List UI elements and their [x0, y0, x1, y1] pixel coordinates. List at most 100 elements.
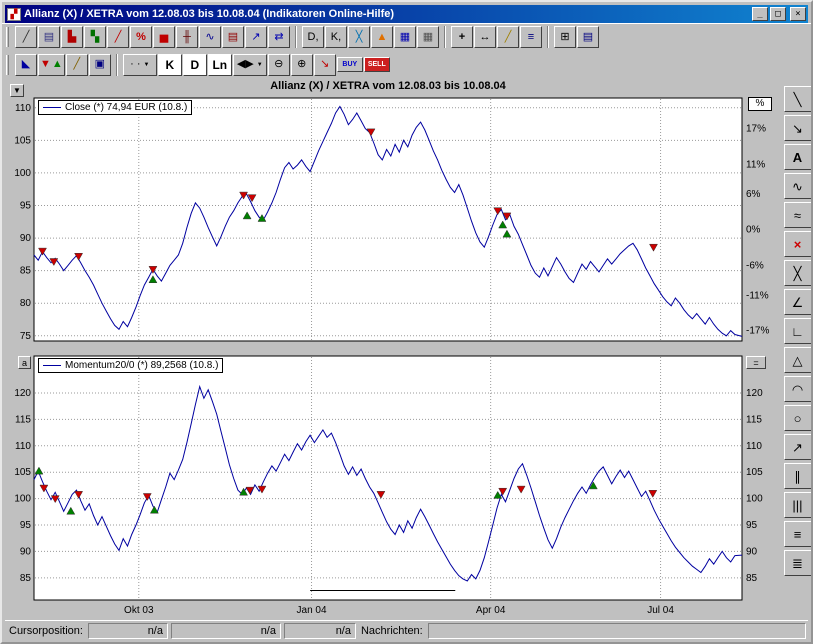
tools-tool-button[interactable]: ╳ — [784, 260, 812, 286]
percent-axis-button[interactable]: % — [748, 97, 772, 111]
parallel-lines-tool-button[interactable]: ∥ — [784, 463, 812, 489]
channel-tool-icon: ≡ — [794, 528, 802, 541]
percent-axis-label: -6% — [746, 260, 764, 271]
compress-button[interactable]: ↘ — [314, 54, 336, 76]
triangle-tool-button[interactable]: △ — [784, 347, 812, 373]
delete-drawing-tool-button[interactable]: × — [784, 231, 812, 257]
grid-button[interactable]: ⊞ — [554, 26, 576, 48]
titlebar[interactable]: ▞ Allianz (X) / XETRA vom 12.08.03 bis 1… — [5, 5, 808, 23]
line-tool-button[interactable]: ╲ — [784, 86, 812, 112]
delete-drawing-tool-icon: × — [794, 238, 802, 251]
gray-table-button[interactable]: ▦ — [417, 26, 439, 48]
chart-arrow-button[interactable]: ↗ — [245, 26, 267, 48]
text-tool-button[interactable]: A — [784, 144, 812, 170]
red-bars-button[interactable]: ▙ — [61, 26, 83, 48]
wave-tool-button[interactable]: ≈ — [784, 202, 812, 228]
notes-button[interactable]: ▤ — [577, 26, 599, 48]
red-bars-icon: ▙ — [68, 32, 76, 43]
arrow-tool-button[interactable]: ↘ — [784, 115, 812, 141]
y-axis-label-right: 85 — [746, 573, 758, 584]
momentum-chart[interactable]: 8585909095951001001051051101101151151201… — [6, 354, 776, 620]
zoom-out-button[interactable]: ⊖ — [268, 54, 290, 76]
wave-tool-icon: ≈ — [794, 209, 801, 222]
histogram-button[interactable]: ▅ — [153, 26, 175, 48]
channel-tool-button[interactable]: ≡ — [784, 521, 812, 547]
copy-page-button[interactable]: ▤ — [38, 26, 60, 48]
cursor-value-field-3: n/a — [284, 623, 356, 639]
price-series-color-sample — [43, 107, 61, 108]
angle-tool-button[interactable]: ∠ — [784, 289, 812, 315]
y-axis-label-right: 95 — [746, 520, 758, 531]
green-area-button[interactable]: ▚ — [84, 26, 106, 48]
daily-period-button[interactable]: D, — [302, 26, 324, 48]
gray-table-icon: ▦ — [423, 32, 433, 43]
chart-toolbar: ◣▼▲╱▣· ·▼KDLn◀▶▼⊖⊕↘BUYSELL — [2, 50, 811, 79]
price-chart[interactable]: 758085909510010511017%11%6%0%-6%-11%-17% — [6, 96, 776, 346]
mountain-chart-button[interactable]: ◣ — [15, 54, 37, 76]
annotate-button[interactable]: ╱ — [66, 54, 88, 76]
move-button[interactable]: ↔ — [474, 26, 496, 48]
signals-button[interactable]: ▼▲ — [38, 54, 65, 76]
buy-button[interactable]: BUY — [337, 57, 363, 72]
grid-icon: ⊞ — [560, 32, 569, 43]
d-scale-button[interactable]: D — [183, 54, 207, 76]
indicator-cross-button[interactable]: ╳ — [348, 26, 370, 48]
y-axis-label: 95 — [20, 200, 32, 211]
red-pen-icon: ╱ — [115, 32, 122, 43]
sell-button[interactable]: SELL — [364, 57, 390, 72]
zoom-in-button[interactable]: ⊕ — [291, 54, 313, 76]
zoom-out-icon: ⊖ — [274, 59, 283, 70]
crosshair-button[interactable]: + — [451, 26, 473, 48]
hatch-lines-tool-button[interactable]: ||| — [784, 492, 812, 518]
close-button[interactable]: × — [790, 7, 806, 21]
transfer-button[interactable]: ⇄ — [268, 26, 290, 48]
pan-button[interactable]: ◀▶▼ — [233, 54, 267, 76]
right-angle-tool-button[interactable]: ∟ — [784, 318, 812, 344]
indicator-alert-button[interactable]: ▲ — [371, 26, 393, 48]
momentum-legend[interactable]: Momentum20/0 (*) 89,2568 (10.8.) — [38, 358, 223, 373]
percent-axis-label: -11% — [746, 290, 769, 301]
period-button[interactable]: · ·▼ — [123, 54, 157, 76]
plot-area[interactable] — [34, 98, 742, 341]
toolbar-grip[interactable] — [6, 55, 9, 75]
candlestick-button[interactable]: ╫ — [176, 26, 198, 48]
blue-table-button[interactable]: ▦ — [394, 26, 416, 48]
quote-list-button[interactable]: ▤ — [222, 26, 244, 48]
toolbar-separator — [547, 26, 549, 48]
hatch-lines-tool-icon: ||| — [792, 499, 802, 512]
y-axis-label: 105 — [14, 467, 31, 478]
trend-arrow-tool-button[interactable]: ↗ — [784, 434, 812, 460]
circle-tool-button[interactable]: ○ — [784, 405, 812, 431]
line-chart-button[interactable]: ∿ — [199, 26, 221, 48]
signals-icon: ▼ — [40, 59, 51, 70]
blue-table-icon: ▦ — [400, 32, 410, 43]
arc-tool-button[interactable]: ◠ — [784, 376, 812, 402]
chart-window-button[interactable]: ▣ — [89, 54, 111, 76]
percent-scale-button[interactable]: % — [130, 26, 152, 48]
y-axis-label: 85 — [20, 266, 32, 277]
red-pen-button[interactable]: ╱ — [107, 26, 129, 48]
toolbar-grip[interactable] — [6, 27, 9, 47]
edit-page-button[interactable]: ╱ — [15, 26, 37, 48]
right-angle-tool-icon: ∟ — [791, 325, 804, 338]
tools-tool-icon: ╳ — [794, 267, 802, 280]
fibonacci-tool-button[interactable]: ≣ — [784, 550, 812, 576]
messages-label: Nachrichten: — [359, 625, 425, 637]
ln-scale-button[interactable]: Ln — [208, 54, 232, 76]
help-book-button[interactable]: ≡ — [520, 26, 542, 48]
trend-arrow-tool-icon: ↗ — [792, 441, 803, 454]
crosshair-icon: + — [459, 32, 465, 43]
period-icon: · · — [130, 59, 140, 70]
k-scale-button[interactable]: K — [158, 54, 182, 76]
price-legend[interactable]: Close (*) 74,94 EUR (10.8.) — [38, 100, 192, 115]
y-axis-label: 100 — [14, 168, 31, 179]
minimize-button[interactable]: _ — [752, 7, 768, 21]
weekly-period-button[interactable]: K, — [325, 26, 347, 48]
zigzag-tool-button[interactable]: ∿ — [784, 173, 812, 199]
y-axis-label: 100 — [14, 494, 31, 505]
pencil-button[interactable]: ╱ — [497, 26, 519, 48]
chart-arrow-icon: ↗ — [251, 32, 260, 43]
chart-region: ▼ Allianz (X) / XETRA vom 12.08.03 bis 1… — [6, 80, 778, 624]
y-axis-label: 110 — [15, 441, 31, 452]
maximize-button[interactable]: □ — [770, 7, 786, 21]
